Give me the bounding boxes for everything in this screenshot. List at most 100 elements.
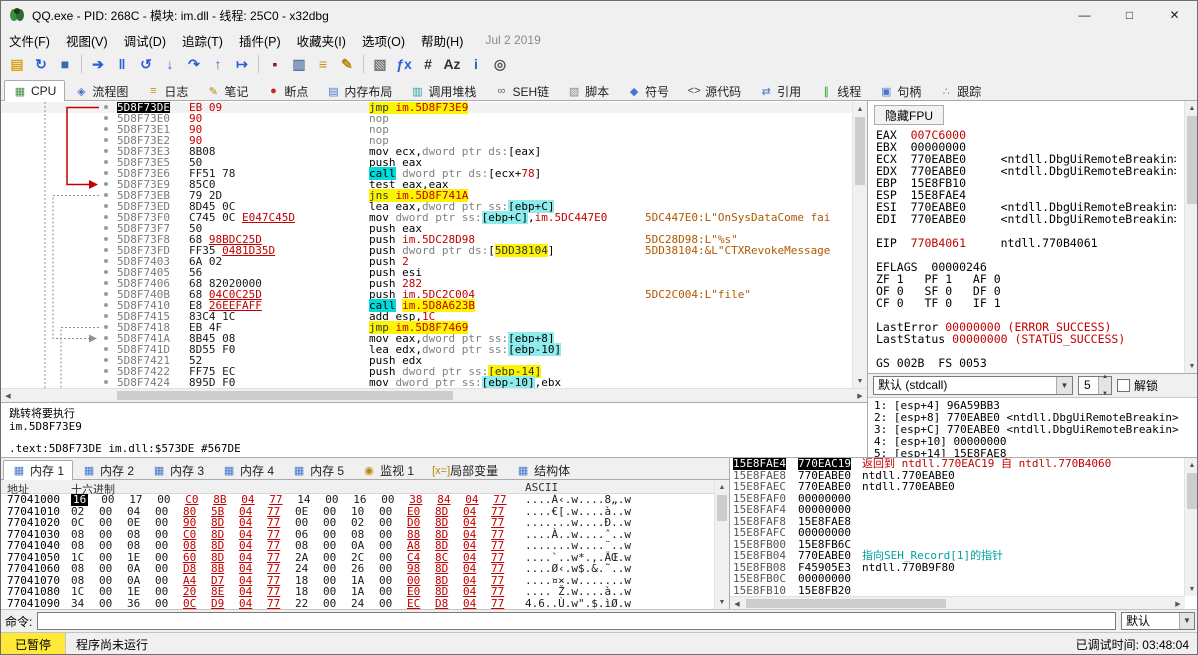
disassembly-vscrollbar[interactable]: ▲ ▼ [852, 102, 867, 388]
tab-symbols[interactable]: ◆符号 [618, 80, 678, 101]
scroll-right-icon[interactable]: ▶ [853, 389, 867, 402]
tab-notes[interactable]: ✎笔记 [197, 80, 257, 101]
search-button[interactable]: ◎ [488, 53, 512, 75]
scroll-thumb[interactable] [117, 391, 453, 400]
tab-struct[interactable]: ▦结构体 [507, 460, 579, 480]
maximize-button[interactable]: □ [1107, 1, 1152, 29]
disassembly-hscrollbar[interactable]: ◀ ▶ [1, 388, 867, 402]
restart-button[interactable]: ↻ [29, 53, 53, 75]
run-button[interactable]: ➔ [86, 53, 110, 75]
scroll-thumb[interactable] [855, 117, 865, 185]
registers-vscrollbar[interactable]: ▲ ▼ [1184, 101, 1198, 373]
tab-handles[interactable]: ▣句柄 [870, 80, 930, 101]
stack-row[interactable]: 15E8FAEC770EABE0ntdll.770EABE0 [730, 481, 1184, 493]
scroll-down-icon[interactable]: ▼ [715, 595, 729, 609]
tab-cpu[interactable]: ▦CPU [4, 80, 65, 101]
chevron-down-icon[interactable]: ▼ [1056, 377, 1072, 394]
menu-item-0[interactable]: 文件(F) [1, 28, 58, 53]
stack-hscrollbar[interactable]: ◀ ▶ [730, 596, 1185, 610]
command-input[interactable] [37, 612, 1116, 630]
register-line[interactable]: EDI 770EABE0 <ntdll.DbgUiRemoteBreakin> [876, 213, 1176, 225]
notes-button[interactable]: ✎ [335, 53, 359, 75]
memory-row[interactable]: 770410200C000E00908D047700000200D08D0477… [1, 517, 714, 529]
menu-item-6[interactable]: 选项(O) [354, 28, 413, 53]
spinner-arrows-icon[interactable]: ▲▼ [1098, 377, 1111, 394]
register-line[interactable]: CF 0 TF 0 IF 1 [876, 297, 1176, 309]
tab-threads[interactable]: ∥线程 [810, 80, 870, 101]
menu-item-7[interactable]: 帮助(H) [413, 28, 471, 53]
hash-button[interactable]: # [416, 53, 440, 75]
step-over-button[interactable]: ↷ [182, 53, 206, 75]
unlock-checkbox[interactable] [1117, 379, 1130, 392]
functions-button[interactable]: ƒx [392, 53, 416, 75]
stack-row[interactable]: 15E8FAF400000000 [730, 504, 1184, 516]
memory-row[interactable]: 7704100016001700C08B04771400160038840477… [1, 494, 714, 506]
memory-row[interactable]: 7704106008000A00D88B047724002600988D0477… [1, 563, 714, 575]
disasm-row[interactable]: 5D8F7424895D F0mov dword ptr ss:[ebp-10]… [1, 377, 852, 388]
chevron-down-icon[interactable]: ▼ [1179, 613, 1194, 629]
tab-log[interactable]: ≡日志 [137, 80, 197, 101]
menu-item-1[interactable]: 视图(V) [58, 28, 116, 53]
tab-references[interactable]: ⇄引用 [750, 80, 810, 101]
scroll-down-icon[interactable]: ▼ [853, 374, 867, 388]
tab-memory-2[interactable]: ▦内存 2 [73, 460, 143, 480]
menu-item-2[interactable]: 调试(D) [116, 28, 174, 53]
memory-row[interactable]: 770410801C001E00208E047718001A00E08D0477… [1, 586, 714, 598]
scroll-up-icon[interactable]: ▲ [1185, 101, 1198, 115]
argument-count-stepper[interactable]: 5 ▲▼ [1078, 376, 1112, 395]
tab-memory-5[interactable]: ▦内存 5 [283, 460, 353, 480]
scroll-left-icon[interactable]: ◀ [1, 389, 15, 402]
pause-button[interactable]: ‖ [110, 53, 134, 75]
step-into-button[interactable]: ↓ [158, 53, 182, 75]
tab-graph[interactable]: ◈流程图 [65, 80, 137, 101]
case-button[interactable]: Az [440, 53, 464, 75]
memory-map-button[interactable]: ▥ [287, 53, 311, 75]
open-file-button[interactable]: ▤ [5, 53, 29, 75]
scroll-down-icon[interactable]: ▼ [1185, 582, 1198, 596]
tab-watch-1[interactable]: ◉监视 1 [353, 460, 423, 480]
command-scope-select[interactable]: 默认 ▼ [1121, 612, 1195, 630]
tab-memory-1[interactable]: ▦内存 1 [3, 460, 73, 480]
hide-fpu-button[interactable]: 隐藏FPU [874, 105, 944, 125]
info-button[interactable]: i [464, 53, 488, 75]
tab-memory-map[interactable]: ▤内存布局 [317, 80, 401, 101]
tab-source[interactable]: <>源代码 [678, 80, 750, 101]
scroll-thumb[interactable] [1187, 473, 1197, 509]
scroll-thumb[interactable] [746, 599, 946, 608]
stack-row[interactable]: 15E8FB1015E8FB20 [730, 585, 1184, 597]
scroll-thumb[interactable] [717, 495, 727, 521]
stack-row[interactable]: 15E8FAFC00000000 [730, 527, 1184, 539]
run-to-cursor-button[interactable]: ↦ [230, 53, 254, 75]
argument-row[interactable]: 5: [esp+14] 15E8FAE8 [874, 448, 1193, 457]
stack-row[interactable]: 15E8FAE4770EAC19返回到 ntdll.770EAC19 自 ntd… [730, 458, 1184, 470]
scroll-down-icon[interactable]: ▼ [1185, 359, 1198, 373]
scroll-up-icon[interactable]: ▲ [1185, 458, 1198, 472]
stack-row[interactable]: 15E8FB04770EABE0指向SEH_Record[1]的指针 [730, 550, 1184, 562]
calling-convention-select[interactable]: 默认 (stdcall) ▼ [873, 376, 1073, 395]
tab-script[interactable]: ▧脚本 [558, 80, 618, 101]
menu-item-4[interactable]: 插件(P) [231, 28, 289, 53]
memory-row[interactable]: 7704104008000800088D047708000A00A88D0477… [1, 540, 714, 552]
step-out-button[interactable]: ↑ [206, 53, 230, 75]
tab-call-stack[interactable]: ▥调用堆栈 [401, 80, 485, 101]
tab-trace[interactable]: ∴跟踪 [930, 80, 990, 101]
tab-memory-3[interactable]: ▦内存 3 [143, 460, 213, 480]
stack-row[interactable]: 15E8FB0C00000000 [730, 573, 1184, 585]
minimize-button[interactable]: — [1062, 1, 1107, 29]
register-line[interactable]: GS 002B FS 0053 [876, 357, 1176, 369]
memory-vscrollbar[interactable]: ▲ ▼ [714, 480, 729, 609]
log-button[interactable]: ≡ [311, 53, 335, 75]
scroll-up-icon[interactable]: ▲ [853, 102, 867, 116]
tab-seh[interactable]: ∞SEH链 [485, 80, 558, 101]
menu-item-5[interactable]: 收藏夹(I) [289, 28, 354, 53]
memory-row[interactable]: 77041090340036000CD9047722002400ECD80477… [1, 598, 714, 610]
stack-vscrollbar[interactable]: ▲ ▼ [1184, 458, 1198, 596]
tab-locals[interactable]: [x=]局部变量 [423, 460, 507, 480]
scroll-thumb[interactable] [1187, 116, 1197, 204]
menu-item-3[interactable]: 追踪(T) [174, 28, 231, 53]
stop-button[interactable]: ■ [53, 53, 77, 75]
tab-breakpoints[interactable]: ●断点 [257, 80, 317, 101]
close-button[interactable]: ✕ [1152, 1, 1197, 29]
register-line[interactable]: LastStatus 00000000 (STATUS_SUCCESS) [876, 333, 1176, 345]
tab-memory-4[interactable]: ▦内存 4 [213, 460, 283, 480]
